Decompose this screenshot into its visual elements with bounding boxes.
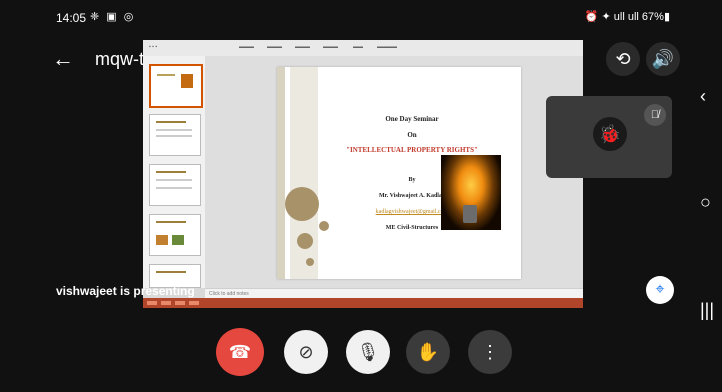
speaker-icon[interactable]: 🔊 — [646, 42, 680, 76]
switch-camera-icon[interactable]: ⟲ — [606, 42, 640, 76]
windows-taskbar — [143, 298, 583, 308]
avatar: 🐞 — [593, 117, 627, 151]
more-vert-icon[interactable]: ⋮ — [468, 330, 512, 374]
slide-on: On — [407, 131, 417, 139]
current-slide: One Day Seminar On "INTELLECTUAL PROPERT… — [277, 67, 521, 279]
slide-thumbnail[interactable] — [149, 214, 201, 256]
decor-circle — [306, 258, 314, 266]
lightbulb-image — [441, 155, 501, 230]
mic-off-icon: 🎙̸ — [644, 104, 666, 126]
nav-back-icon[interactable]: ‹ — [700, 86, 706, 107]
arrow-back-icon[interactable]: ← — [52, 46, 74, 72]
phone-screen: 14:05 ❈ ▣ ◎ ⏰ ✦ ull ull 67%▮ ← mqw-tgbs-… — [0, 0, 722, 392]
self-view-tile[interactable]: 🐞 🎙̸ — [546, 96, 672, 178]
raise-hand-icon[interactable]: ✋ — [406, 330, 450, 374]
slide-editor-area: One Day Seminar On "INTELLECTUAL PROPERT… — [205, 56, 583, 288]
notes-placeholder: Click to add notes — [209, 291, 249, 297]
nav-home-icon[interactable]: ○ — [700, 192, 711, 213]
decor-circle — [285, 187, 319, 221]
decor-circle — [297, 233, 313, 249]
status-bar: 14:05 ❈ ▣ ◎ ⏰ ✦ ull ull 67%▮ — [0, 0, 722, 34]
camera-off-icon[interactable]: ⊘ — [284, 330, 328, 374]
pin-icon[interactable]: ⌖ — [646, 276, 674, 304]
slide-title: "INTELLECTUAL PROPERTY RIGHTS" — [346, 146, 478, 154]
slide-thumbnail[interactable] — [149, 64, 203, 108]
nav-recents-icon[interactable]: ||| — [700, 300, 714, 321]
decor-circle — [319, 221, 329, 231]
app-ribbon: ▪ ▪ ▪ ▬▬▬ ▬▬▬ ▬▬▬ ▬▬▬ ▬▬ ▬▬▬▬ — [143, 40, 583, 57]
slide-subtitle: One Day Seminar — [385, 115, 439, 123]
slide-thumbnail[interactable] — [149, 164, 201, 206]
status-right-indicators: ⏰ ✦ ull ull 67%▮ — [584, 11, 670, 23]
shared-screen: ▪ ▪ ▪ ▬▬▬ ▬▬▬ ▬▬▬ ▬▬▬ ▬▬ ▬▬▬▬ One Day Se… — [143, 40, 583, 308]
call-controls: ☎ ⊘ 🎙 ✋ ⋮ — [0, 326, 722, 386]
call-end-icon[interactable]: ☎ — [216, 328, 264, 376]
presenting-label: vishwajeet is presenting — [56, 284, 195, 298]
mic-off-icon[interactable]: 🎙 — [346, 330, 390, 374]
slide-thumbnail[interactable] — [149, 114, 201, 156]
slide-thumbnails — [143, 56, 206, 288]
status-time: 14:05 — [56, 11, 87, 25]
status-left-icons: ❈ ▣ ◎ — [90, 11, 136, 23]
